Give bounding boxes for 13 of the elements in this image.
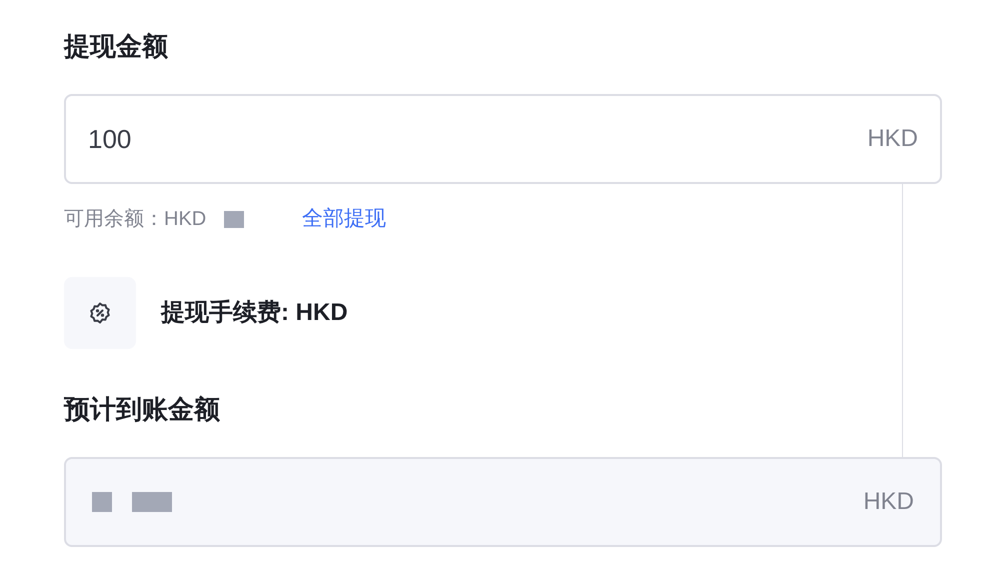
redacted-mark xyxy=(92,492,112,512)
currency-label: HKD xyxy=(867,124,918,154)
fee-label: 提现手续费: HKD xyxy=(161,298,348,328)
redacted-mark xyxy=(224,210,244,228)
section-label: 提现金额 xyxy=(64,30,169,63)
amount-field[interactable]: 100 HKD xyxy=(64,94,942,184)
redacted-mark xyxy=(132,492,172,512)
withdraw-all-link[interactable]: 全部提现 xyxy=(302,203,386,235)
discount-icon xyxy=(64,277,136,349)
balance-label: 可用余额：HKD xyxy=(64,207,206,232)
section-label: 预计到账金额 xyxy=(64,393,221,426)
amount-value: 100 xyxy=(88,122,132,156)
currency-label: HKD xyxy=(863,487,914,517)
